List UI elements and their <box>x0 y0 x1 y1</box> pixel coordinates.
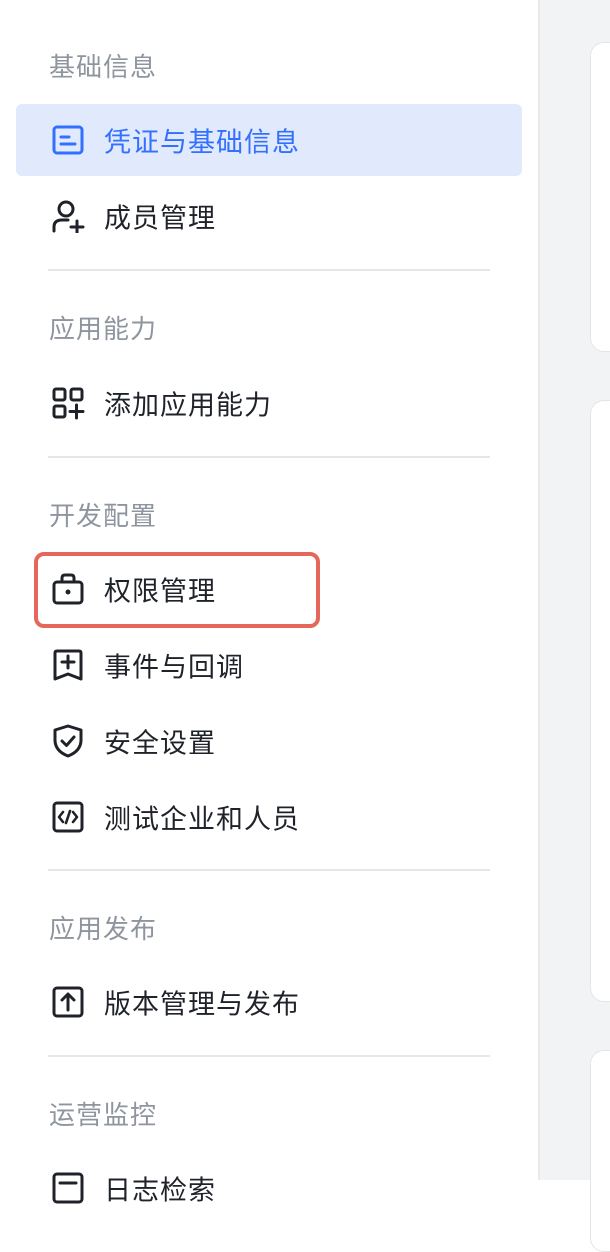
section-title-dev-config: 开发配置 <box>49 502 158 532</box>
sidebar-item-label: 版本管理与发布 <box>104 989 300 1021</box>
event-add-icon <box>50 647 86 683</box>
shield-check-icon <box>50 723 86 759</box>
sidebar-item-events-callbacks[interactable]: 事件与回调 <box>16 629 522 701</box>
sidebar-item-log-search[interactable]: 日志检索 <box>16 1152 522 1224</box>
sidebar-item-permissions[interactable]: 权限管理 <box>16 553 522 625</box>
apps-add-icon <box>50 385 86 421</box>
sidebar-nav: 基础信息 凭证与基础信息 成员管理 应用能力 添加应用能力 开发配置 权限管理 … <box>0 0 538 1207</box>
sidebar-item-label: 添加应用能力 <box>104 390 272 422</box>
section-title-app-release: 应用发布 <box>49 915 158 945</box>
sidebar-item-label: 安全设置 <box>104 728 216 760</box>
upload-box-icon <box>50 984 86 1020</box>
section-divider <box>48 1055 490 1057</box>
section-divider <box>48 869 490 871</box>
user-add-icon <box>50 198 86 234</box>
section-title-basic-info: 基础信息 <box>49 53 158 83</box>
briefcase-lock-icon <box>50 571 86 607</box>
sidebar-item-label: 权限管理 <box>104 576 216 608</box>
sidebar-item-label: 事件与回调 <box>104 652 244 684</box>
section-divider <box>48 269 490 271</box>
sidebar-item-version-release[interactable]: 版本管理与发布 <box>16 966 522 1038</box>
section-divider <box>48 456 490 458</box>
content-card <box>590 400 610 1002</box>
sidebar-item-add-capability[interactable]: 添加应用能力 <box>16 367 522 439</box>
sidebar-item-label: 成员管理 <box>104 203 216 235</box>
log-search-icon <box>50 1170 86 1206</box>
code-window-icon <box>50 799 86 835</box>
section-title-app-capabilities: 应用能力 <box>49 315 158 345</box>
content-card <box>590 1050 610 1252</box>
sidebar-item-label: 日志检索 <box>104 1175 216 1207</box>
section-title-ops-monitoring: 运营监控 <box>49 1101 158 1131</box>
sidebar-item-label: 凭证与基础信息 <box>104 127 300 159</box>
sidebar-item-credentials[interactable]: 凭证与基础信息 <box>16 104 522 176</box>
sidebar-item-members[interactable]: 成员管理 <box>16 180 522 252</box>
sidebar-item-security[interactable]: 安全设置 <box>16 705 522 777</box>
sidebar-item-label: 测试企业和人员 <box>104 804 300 836</box>
sidebar-item-test-org-users[interactable]: 测试企业和人员 <box>16 781 522 853</box>
content-card <box>590 42 610 352</box>
credential-card-icon <box>50 122 86 158</box>
